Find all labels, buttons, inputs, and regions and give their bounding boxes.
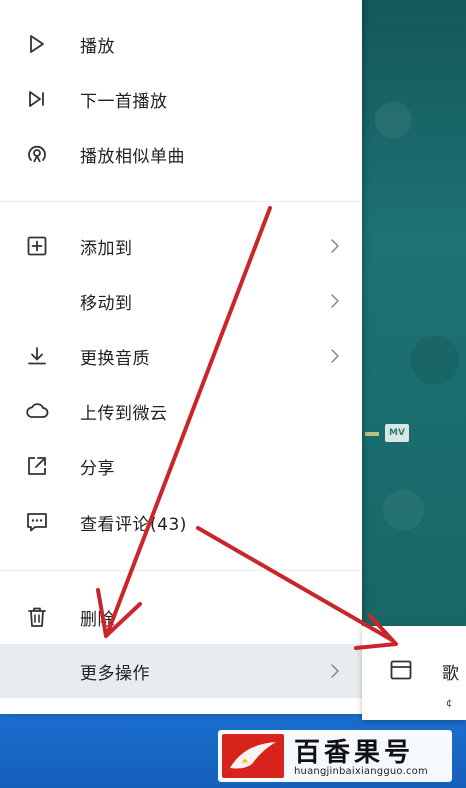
submenu-extra-mark: ¢ — [446, 698, 453, 709]
mv-badge[interactable]: MV — [385, 424, 409, 442]
play-next-icon — [24, 86, 50, 112]
cloud-icon — [24, 398, 50, 424]
menu-item-label: 播放 — [80, 36, 115, 57]
download-icon — [24, 343, 50, 369]
menu-item-play[interactable]: 播放 — [0, 17, 362, 71]
menu-item-label: 上传到微云 — [80, 403, 168, 424]
menu-divider — [0, 570, 362, 571]
menu-item-delete[interactable]: 删除 — [0, 590, 362, 644]
context-menu: 播放 下一首播放 播放相似单曲 添加到 移动到 更换音质 上传到微云 分享 查看… — [0, 0, 362, 714]
watermark-url: huangjinbaixiangguo.com — [294, 766, 428, 777]
watermark: 百香果号 huangjinbaixiangguo.com — [218, 730, 452, 782]
chevron-right-icon — [331, 664, 339, 678]
play-icon — [24, 31, 50, 57]
add-square-icon — [24, 233, 50, 259]
menu-item-upload-cloud[interactable]: 上传到微云 — [0, 384, 362, 438]
background-album-art — [362, 0, 466, 600]
menu-item-label: 查看评论(43) — [80, 514, 187, 535]
menu-item-change-quality[interactable]: 更换音质 — [0, 329, 362, 383]
menu-item-label: 删除 — [80, 609, 115, 630]
menu-divider — [0, 201, 362, 202]
comment-icon — [24, 509, 50, 535]
trash-icon — [24, 604, 50, 630]
menu-item-label: 添加到 — [80, 238, 133, 259]
more-actions-submenu: 歌 ¢ — [362, 626, 466, 720]
menu-item-label: 分享 — [80, 458, 115, 479]
menu-item-label: 下一首播放 — [80, 91, 168, 112]
chevron-right-icon — [331, 294, 339, 308]
menu-item-share[interactable]: 分享 — [0, 439, 362, 493]
share-icon — [24, 453, 50, 479]
chevron-right-icon — [331, 239, 339, 253]
menu-item-play-similar[interactable]: 播放相似单曲 — [0, 127, 362, 181]
menu-item-view-comments[interactable]: 查看评论(43) — [0, 495, 362, 549]
menu-item-label: 更换音质 — [80, 348, 150, 369]
similar-songs-icon — [24, 141, 50, 167]
chevron-right-icon — [331, 349, 339, 363]
menu-item-play-next[interactable]: 下一首播放 — [0, 72, 362, 126]
menu-item-move-to[interactable]: 移动到 — [0, 274, 362, 328]
menu-item-label: 移动到 — [80, 293, 133, 314]
watermark-name: 百香果号 — [294, 738, 415, 768]
lyrics-window-icon[interactable] — [390, 660, 412, 680]
background-tag — [365, 432, 379, 436]
submenu-item-label[interactable]: 歌 — [442, 659, 459, 684]
menu-item-label: 更多操作 — [80, 663, 150, 684]
menu-item-more-actions[interactable]: 更多操作 — [0, 644, 362, 698]
watermark-logo — [222, 734, 284, 778]
menu-item-add-to[interactable]: 添加到 — [0, 219, 362, 273]
menu-item-label: 播放相似单曲 — [80, 146, 185, 167]
